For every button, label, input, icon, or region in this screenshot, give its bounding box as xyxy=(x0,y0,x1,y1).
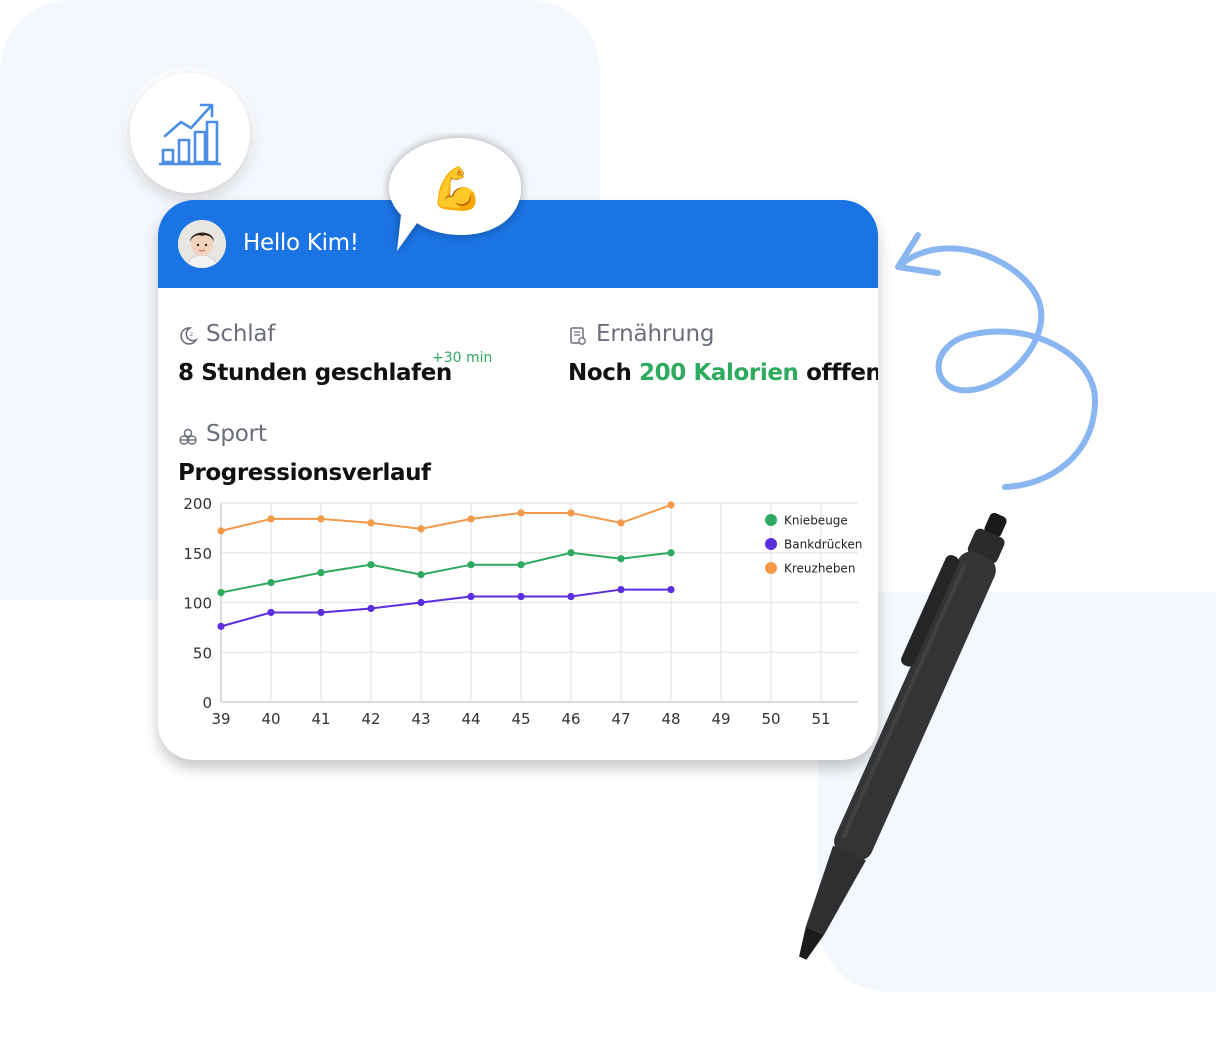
x-tick-label: 42 xyxy=(361,710,380,728)
data-point xyxy=(267,608,275,617)
data-point xyxy=(317,608,325,617)
x-tick-label: 39 xyxy=(211,710,230,728)
x-tick-label: 45 xyxy=(511,710,530,728)
data-point xyxy=(517,592,525,601)
data-point xyxy=(367,561,375,569)
x-tick-label: 43 xyxy=(411,710,430,728)
x-tick-label: 44 xyxy=(461,710,480,728)
series-line xyxy=(220,551,672,594)
data-point xyxy=(367,604,375,613)
flexed-biceps-icon: 💪 xyxy=(431,164,483,213)
data-point xyxy=(417,571,425,579)
pen-icon xyxy=(799,512,1007,960)
y-tick-label: 50 xyxy=(193,644,212,662)
data-point xyxy=(417,598,425,607)
data-point xyxy=(667,501,675,509)
y-tick-label: 150 xyxy=(183,545,212,563)
data-point xyxy=(317,515,325,523)
data-point xyxy=(567,549,575,557)
bar-chart-growth-icon xyxy=(159,103,221,166)
data-point xyxy=(417,525,425,533)
x-tick-label: 40 xyxy=(261,710,280,728)
data-point xyxy=(617,555,625,563)
data-point xyxy=(467,515,475,523)
x-tick-label: 47 xyxy=(611,710,630,728)
x-tick-label: 48 xyxy=(661,710,680,728)
data-point xyxy=(567,509,575,517)
x-tick-label: 46 xyxy=(561,710,580,728)
data-point xyxy=(517,509,525,517)
x-tick-label: 41 xyxy=(311,710,330,728)
data-point xyxy=(367,519,375,527)
data-point xyxy=(467,561,475,569)
data-point xyxy=(317,569,325,577)
data-point xyxy=(467,592,475,601)
data-point xyxy=(667,549,675,557)
swirl-arrow-icon xyxy=(895,232,1099,490)
data-point xyxy=(667,585,675,594)
series-line xyxy=(220,588,671,628)
data-point xyxy=(267,579,275,587)
series-line xyxy=(220,504,672,532)
y-tick-label: 200 xyxy=(183,495,212,513)
data-point xyxy=(617,519,625,527)
data-point xyxy=(617,585,625,594)
data-point xyxy=(217,527,225,535)
data-point xyxy=(217,622,225,630)
stats-badge xyxy=(130,73,250,193)
y-tick-label: 100 xyxy=(183,595,212,613)
speech-bubble: 💪 xyxy=(389,138,521,251)
data-point xyxy=(567,592,575,601)
data-point xyxy=(217,588,225,597)
data-point xyxy=(267,515,275,523)
data-point xyxy=(517,561,525,569)
